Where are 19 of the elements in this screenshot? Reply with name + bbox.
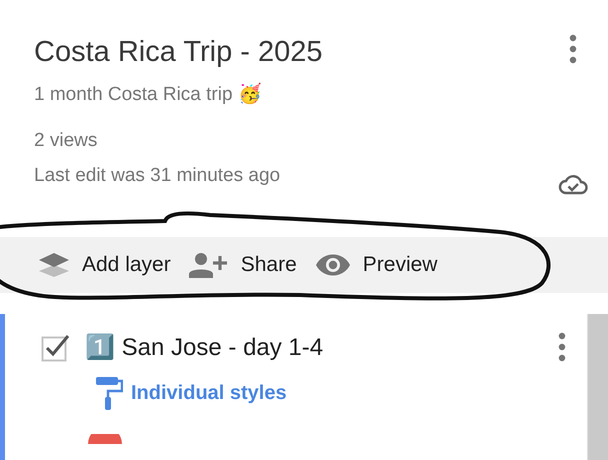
scrollbar[interactable] — [587, 314, 608, 460]
marker-icon — [88, 434, 122, 444]
view-count: 2 views — [34, 129, 98, 153]
cloud-check-icon — [558, 173, 588, 195]
eye-icon — [314, 254, 351, 276]
toolbar-button[interactable]: Preview — [314, 253, 438, 277]
toolbar-button[interactable]: Share — [188, 252, 297, 278]
last-edit-text: Last edit was 31 minutes ago — [34, 164, 282, 188]
toolbar-button[interactable]: Add layer — [38, 252, 171, 278]
layers-icon — [38, 252, 70, 278]
paint-roller-icon — [95, 376, 123, 410]
map-title: Costa Rica Trip - 2025 — [34, 35, 323, 70]
more-options-icon[interactable] — [557, 332, 567, 362]
person-add-icon — [188, 252, 229, 278]
individual-styles-link[interactable]: Individual styles — [131, 382, 287, 404]
layer-title[interactable]: 1⃣ San Jose - day 1-4 — [85, 332, 543, 362]
layer-checkbox[interactable] — [41, 332, 71, 362]
map-description: 1 month Costa Rica trip 🥳 — [34, 82, 263, 107]
more-options-icon[interactable] — [568, 34, 578, 64]
